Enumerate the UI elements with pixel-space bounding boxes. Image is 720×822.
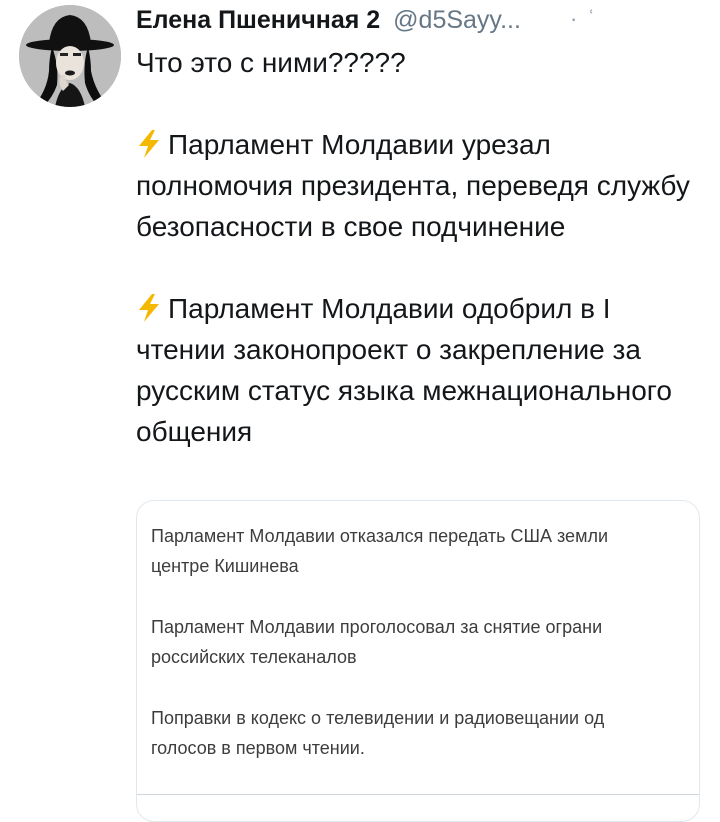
lightning-bolt-icon	[139, 130, 159, 158]
news-item: Парламент Молдавии отказался передать СШ…	[151, 521, 699, 581]
news-item: Поправки в кодекс о телевидении и радиов…	[151, 703, 699, 763]
tweet-item-2: Парламент Молдавии одобрил в I чтении за…	[136, 288, 696, 452]
news-item-line: российских телеканалов	[151, 647, 357, 667]
display-name[interactable]: Елена Пшеничная 2	[136, 6, 380, 34]
tweet-text: Что это с ними????? Парламент Молдавии у…	[136, 42, 696, 452]
tweet-header: Елена Пшеничная 2 @d5Sayy...	[136, 2, 606, 38]
news-list: Парламент Молдавии отказался передать СШ…	[151, 521, 699, 794]
user-handle[interactable]: @d5Sayy...	[393, 6, 521, 34]
tweet-intro: Что это с ними?????	[136, 47, 406, 78]
more-options-icon[interactable]: · ʿ	[570, 2, 597, 36]
news-item-line: центре Кишинева	[151, 556, 299, 576]
tweet-item-1-text: Парламент Молдавии урезал полномочия пре…	[136, 129, 690, 242]
tweet-item-1: Парламент Молдавии урезал полномочия пре…	[136, 124, 696, 247]
profile-photo-icon	[19, 5, 121, 107]
news-item-line: Поправки в кодекс о телевидении и радиов…	[151, 708, 605, 728]
lightning-bolt-icon	[139, 294, 159, 322]
news-item: Парламент Молдавии проголосовал за сняти…	[151, 612, 699, 672]
avatar[interactable]	[19, 5, 121, 107]
tweet-item-2-text: Парламент Молдавии одобрил в I чтении за…	[136, 293, 672, 447]
news-item-line: Парламент Молдавии отказался передать СШ…	[151, 526, 609, 546]
attached-image-card[interactable]: Парламент Молдавии отказался передать СШ…	[136, 500, 700, 822]
news-item-line: голосов в первом чтении.	[151, 738, 365, 758]
card-divider	[137, 794, 699, 795]
tweet: Елена Пшеничная 2 @d5Sayy... · ʿ Что это…	[0, 0, 720, 822]
news-item-line: Парламент Молдавии проголосовал за сняти…	[151, 617, 603, 637]
